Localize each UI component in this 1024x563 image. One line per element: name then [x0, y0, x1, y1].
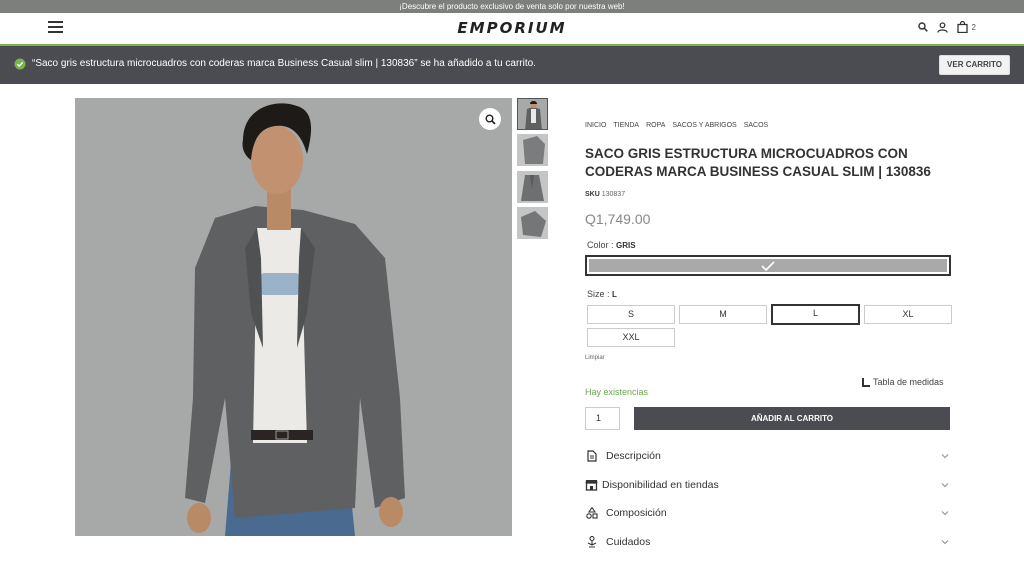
- color-value: GRIS: [616, 241, 636, 250]
- product-thumbnail[interactable]: [517, 98, 548, 130]
- promo-text: ¡Descubre el producto exclusivo de venta…: [399, 2, 625, 11]
- product-thumbnail[interactable]: [517, 171, 548, 203]
- accordion-label: Composición: [606, 507, 667, 519]
- product-thumbnail[interactable]: [517, 207, 548, 239]
- size-label: Size : L: [587, 289, 617, 299]
- chevron-down-icon: [941, 454, 949, 459]
- breadcrumb-item[interactable]: SACOS Y ABRIGOS: [672, 122, 736, 129]
- color-label: Color : GRIS: [587, 240, 636, 250]
- product-thumbnail[interactable]: [517, 134, 548, 166]
- size-chart-label: Tabla de medidas: [873, 377, 944, 387]
- chevron-down-icon: [941, 511, 949, 516]
- site-logo[interactable]: EMPORIUM: [0, 19, 1024, 37]
- accordion-label: Disponibilidad en tiendas: [602, 479, 719, 491]
- size-option-xxl[interactable]: XXL: [587, 328, 675, 347]
- account-icon[interactable]: [936, 21, 948, 33]
- breadcrumb-item[interactable]: ROPA: [646, 122, 665, 129]
- cart-notice: “Saco gris estructura microcuadros con c…: [0, 44, 1024, 84]
- size-option-l[interactable]: L: [771, 304, 860, 325]
- breadcrumb-item[interactable]: INICIO: [585, 122, 606, 129]
- color-swatch-gris[interactable]: [585, 255, 951, 276]
- cart-count[interactable]: 2: [972, 23, 976, 32]
- check-circle-icon: [14, 58, 26, 70]
- cart-icon[interactable]: [956, 21, 968, 33]
- model-photo: [75, 98, 512, 536]
- sku-label: SKU: [585, 191, 600, 198]
- promo-bar: ¡Descubre el producto exclusivo de venta…: [0, 0, 1024, 13]
- accordion-descripcion[interactable]: Descripción: [585, 446, 950, 466]
- breadcrumb: INICIO TIENDA ROPA SACOS Y ABRIGOS SACOS: [585, 122, 768, 129]
- size-label-text: Size :: [587, 289, 613, 299]
- breadcrumb-item[interactable]: SACOS: [744, 122, 769, 129]
- size-value: L: [612, 290, 617, 299]
- accordion-label: Cuidados: [606, 536, 651, 548]
- sku: SKU 130837: [585, 191, 625, 198]
- zoom-icon: [485, 114, 496, 125]
- size-option-m[interactable]: M: [679, 305, 767, 324]
- product-main-image[interactable]: [75, 98, 512, 536]
- view-cart-button[interactable]: VER CARRITO: [939, 55, 1010, 75]
- size-chart-link[interactable]: Tabla de medidas: [862, 377, 944, 387]
- document-icon: [585, 450, 598, 463]
- size-option-xl[interactable]: XL: [864, 305, 952, 324]
- accordion-label: Descripción: [606, 450, 661, 462]
- breadcrumb-item[interactable]: TIENDA: [613, 122, 639, 129]
- color-label-text: Color :: [587, 240, 617, 250]
- care-icon: [585, 536, 598, 549]
- stock-status: Hay existencias: [585, 387, 649, 397]
- notice-message: “Saco gris estructura microcuadros con c…: [32, 58, 536, 69]
- quantity-input[interactable]: 1: [585, 407, 620, 430]
- search-icon[interactable]: [917, 22, 928, 32]
- chevron-down-icon: [941, 483, 949, 488]
- chevron-down-icon: [941, 540, 949, 545]
- add-to-cart-button[interactable]: AÑADIR AL CARRITO: [634, 407, 950, 430]
- sku-value: 130837: [601, 191, 626, 198]
- header-icons: 2: [917, 21, 976, 33]
- accordion-cuidados[interactable]: Cuidados: [585, 532, 950, 552]
- zoom-button[interactable]: [479, 108, 501, 130]
- ruler-icon: [862, 377, 870, 387]
- accordion-disponibilidad[interactable]: Disponibilidad en tiendas: [585, 475, 950, 495]
- product-title: SACO GRIS ESTRUCTURA MICROCUADROS CON CO…: [585, 146, 931, 179]
- accordion-composicion[interactable]: Composición: [585, 503, 950, 523]
- store-icon: [585, 479, 598, 492]
- product-price: Q1,749.00: [585, 211, 651, 227]
- size-option-s[interactable]: S: [587, 305, 675, 324]
- site-header: EMPORIUM 2: [0, 13, 1024, 44]
- shapes-icon: [585, 507, 598, 520]
- check-icon: [761, 260, 775, 271]
- clear-selection-link[interactable]: Limpiar: [585, 355, 605, 361]
